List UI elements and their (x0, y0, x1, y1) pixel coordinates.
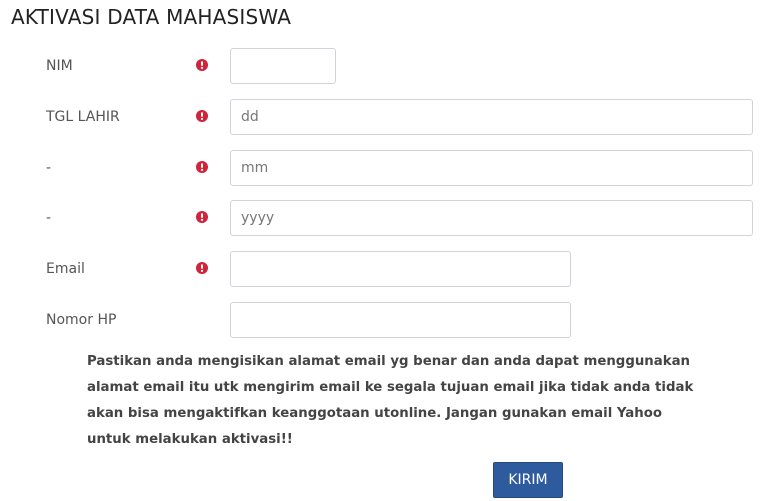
required-icon (196, 110, 208, 122)
activation-page: AKTIVASI DATA MAHASISWA NIM TGL LAHIR - … (0, 0, 768, 501)
birth-month-input[interactable] (230, 150, 753, 186)
page-title: AKTIVASI DATA MAHASISWA (11, 5, 292, 29)
tgl-lahir-day-row: TGL LAHIR (0, 99, 768, 135)
nim-input[interactable] (230, 48, 336, 84)
tgl-lahir-month-row: - (0, 150, 768, 186)
nomor-hp-row: Nomor HP (0, 302, 768, 338)
nim-label: NIM (46, 58, 73, 74)
email-notice: Pastikan anda mengisikan alamat email yg… (87, 354, 694, 447)
required-icon (196, 211, 208, 223)
tgl-lahir-label: TGL LAHIR (46, 109, 120, 125)
email-input[interactable] (230, 251, 571, 287)
nim-row: NIM (0, 48, 768, 84)
nomor-hp-label: Nomor HP (46, 312, 117, 328)
birth-day-input[interactable] (230, 99, 753, 135)
month-separator-label: - (46, 160, 52, 176)
required-icon (196, 161, 208, 173)
required-icon (196, 59, 208, 71)
tgl-lahir-year-row: - (0, 200, 768, 236)
required-icon (196, 262, 208, 274)
email-label: Email (46, 261, 85, 277)
email-row: Email (0, 251, 768, 287)
year-separator-label: - (46, 210, 52, 226)
birth-year-input[interactable] (230, 200, 753, 236)
phone-input[interactable] (230, 302, 571, 338)
submit-button[interactable]: KIRIM (493, 462, 563, 498)
